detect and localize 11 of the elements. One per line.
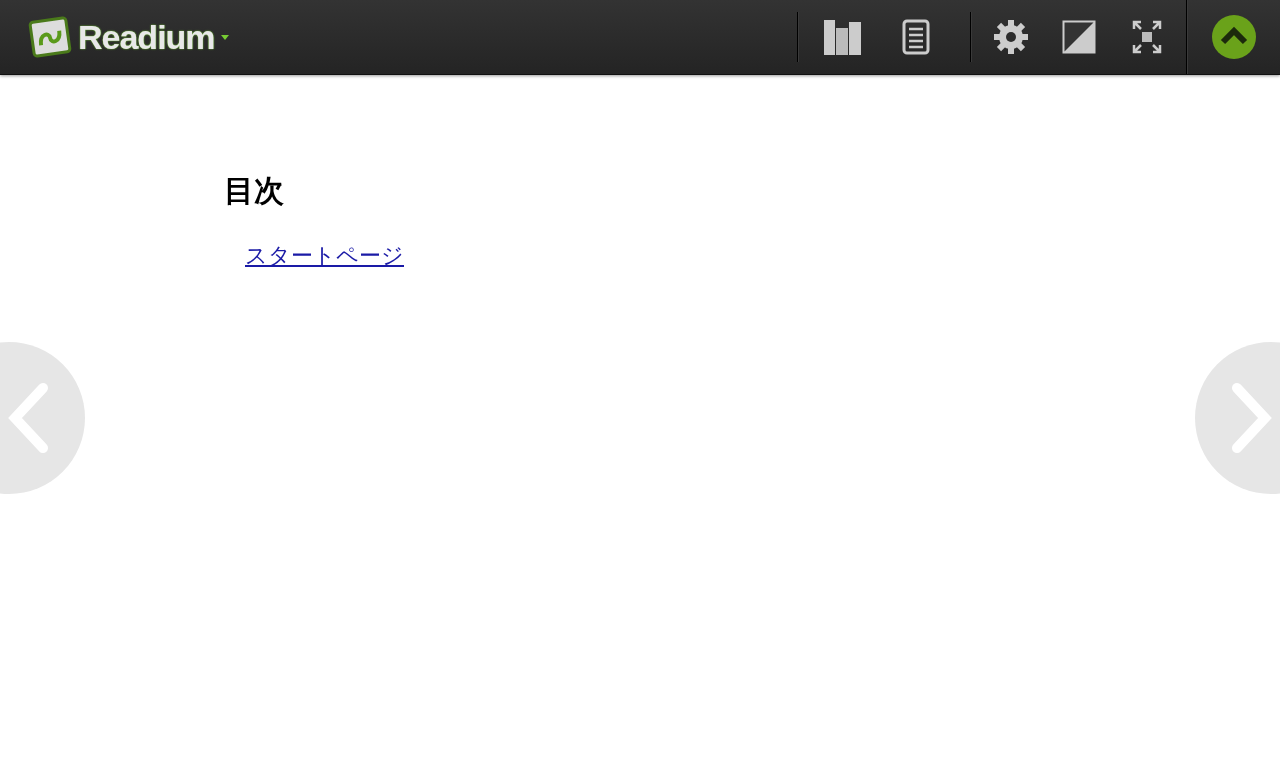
app-menu-button[interactable]: Readium [28, 16, 229, 58]
chevron-right-icon [1231, 382, 1273, 454]
app-name: Readium [78, 17, 215, 57]
toc-heading: 目次 [224, 173, 285, 209]
settings-icon[interactable] [991, 17, 1031, 57]
toc-link[interactable]: スタートページ [245, 241, 404, 271]
library-icon[interactable] [823, 17, 863, 57]
collapse-button[interactable] [1211, 14, 1257, 60]
logo-icon [28, 16, 72, 58]
caret-icon [220, 34, 229, 40]
chevron-left-icon [7, 382, 49, 454]
